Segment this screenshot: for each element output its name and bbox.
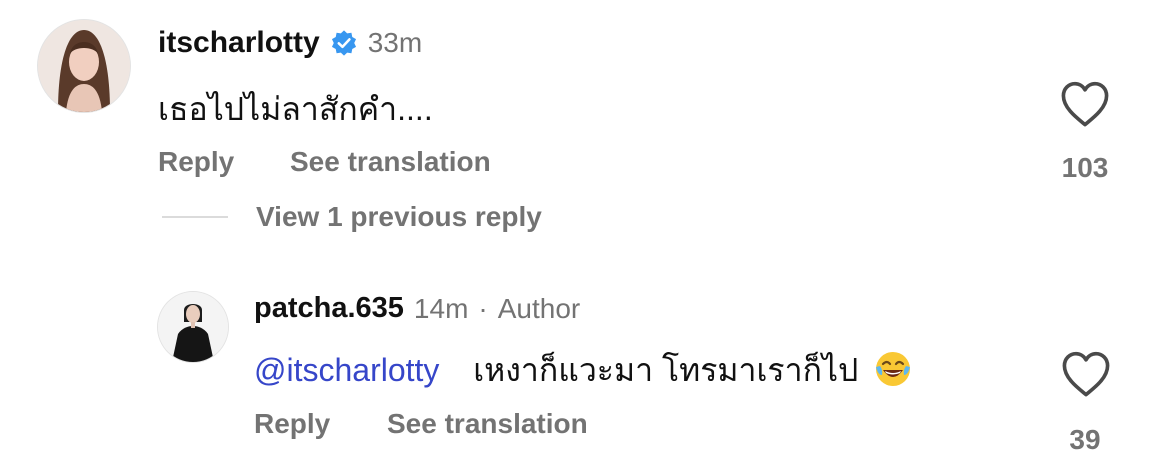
avatar-image (158, 292, 228, 362)
see-translation-button[interactable]: See translation (387, 408, 588, 440)
avatar-itscharlotty[interactable] (38, 20, 130, 112)
comment-text: เธอไปไม่ลาสักคำ.... (158, 91, 433, 127)
reply-header: patcha.635 14m · Author (254, 292, 580, 325)
heart-icon (1062, 351, 1110, 397)
like-count: 103 (1061, 152, 1109, 183)
comment-username[interactable]: itscharlotty (158, 26, 320, 60)
avatar-patcha[interactable] (158, 292, 228, 362)
heart-icon (1061, 81, 1109, 127)
comment-header: itscharlotty 33m (158, 26, 422, 60)
mention-link[interactable]: @itscharlotty (254, 352, 439, 388)
reply-button[interactable]: Reply (158, 146, 234, 178)
see-translation-button[interactable]: See translation (290, 146, 491, 178)
avatar-image (38, 20, 130, 112)
verified-badge-icon (330, 29, 358, 57)
reply-timestamp: 14m (413, 292, 469, 324)
comment-timestamp: 33m (367, 27, 423, 58)
like-count: 39 (1069, 424, 1101, 455)
reply-text: เหงาก็แวะมา โทรมาเราก็ไป (473, 352, 859, 388)
separator-dot: · (478, 292, 488, 324)
face-with-tears-of-joy-emoji (873, 349, 913, 397)
like-button[interactable] (1057, 78, 1113, 128)
view-previous-reply-link[interactable]: View 1 previous reply (256, 201, 542, 233)
reply-username[interactable]: patcha.635 (254, 292, 404, 325)
author-label: Author (497, 292, 581, 324)
reply-button[interactable]: Reply (254, 408, 330, 440)
reply-text-line: @itscharlotty เหงาก็แวะมา โทรมาเราก็ไป (254, 345, 913, 397)
reply-thread-divider (162, 216, 228, 218)
like-button[interactable] (1058, 348, 1114, 398)
